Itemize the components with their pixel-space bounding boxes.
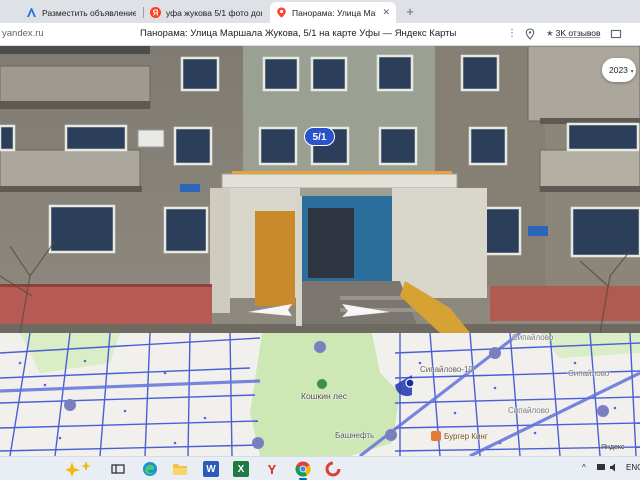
windows-taskbar: W X Y ^ ENG xyxy=(0,456,640,480)
tray-chevron-icon[interactable]: ^ xyxy=(582,463,586,472)
yandex-map-logo: Яндекс xyxy=(601,444,625,451)
mini-map[interactable]: Кошкин лес Сипайлово-10 Сипайлово Сипайл… xyxy=(0,333,640,456)
copilot-sparkle-icon[interactable] xyxy=(66,461,94,477)
map-label-burger[interactable]: Бургер Кинг xyxy=(444,432,488,441)
tab-yandex-search[interactable]: Я уфа жукова 5/1 фото дом xyxy=(144,2,268,23)
chrome-icon[interactable] xyxy=(295,461,311,480)
location-pin-icon[interactable] xyxy=(524,28,536,40)
wifi-icon[interactable] xyxy=(596,463,606,474)
task-view-icon[interactable] xyxy=(110,461,126,477)
tab-title: уфа жукова 5/1 фото дом xyxy=(166,7,262,18)
word-icon[interactable]: W xyxy=(203,461,219,477)
file-explorer-icon[interactable] xyxy=(172,461,188,477)
yandex-icon: Я xyxy=(150,7,161,18)
reviews-link[interactable]: ★ 3K отзывов xyxy=(546,28,601,39)
house-number-badge[interactable]: 5/1 xyxy=(304,127,335,146)
volume-icon[interactable] xyxy=(609,463,619,474)
yandex-browser-icon[interactable]: Y xyxy=(264,461,280,477)
app-c-icon[interactable] xyxy=(325,461,341,477)
url-text[interactable]: yandex.ru xyxy=(2,28,44,39)
svg-text:Я: Я xyxy=(153,9,159,18)
tab-avito[interactable]: Разместить объявление о xyxy=(20,2,142,23)
edge-icon[interactable] xyxy=(142,461,158,477)
panorama-image xyxy=(0,46,640,333)
new-tab-button[interactable]: + xyxy=(403,5,417,19)
more-vertical-icon[interactable]: ⋮ xyxy=(506,28,518,40)
address-bar: yandex.ru Панорама: Улица Маршала Жукова… xyxy=(0,23,640,46)
yandex-maps-pin-icon xyxy=(276,7,287,18)
street-panorama[interactable]: 5/1 2023 ▾ xyxy=(0,46,640,333)
map-label-forest[interactable]: Кошкин лес xyxy=(301,391,347,401)
tab-panorama[interactable]: Панорама: Улица Марш ✕ xyxy=(270,2,396,23)
map-label-district[interactable]: Сипайлово xyxy=(512,333,553,342)
share-icon[interactable] xyxy=(610,28,622,40)
year-selector-button[interactable]: 2023 ▾ xyxy=(602,58,636,82)
close-tab-icon[interactable]: ✕ xyxy=(382,7,390,18)
tab-strip: Разместить объявление о Я уфа жукова 5/1… xyxy=(0,0,640,23)
map-label-district[interactable]: Сипайлово xyxy=(508,406,549,415)
map-label-district[interactable]: Сипайлово-10 xyxy=(420,365,473,374)
tab-title: Разместить объявление о xyxy=(42,7,136,18)
page-title: Панорама: Улица Маршала Жукова, 5/1 на к… xyxy=(140,28,457,39)
avito-icon xyxy=(26,7,37,18)
map-label-district[interactable]: Сипайлово xyxy=(568,369,609,378)
tab-title: Панорама: Улица Марш xyxy=(292,7,376,18)
map-label-bashneft[interactable]: Башнефть xyxy=(335,431,374,440)
star-icon: ★ xyxy=(546,28,554,38)
chevron-down-icon: ▾ xyxy=(628,69,634,75)
tray-language[interactable]: ENG xyxy=(626,463,640,472)
excel-icon[interactable]: X xyxy=(233,461,249,477)
